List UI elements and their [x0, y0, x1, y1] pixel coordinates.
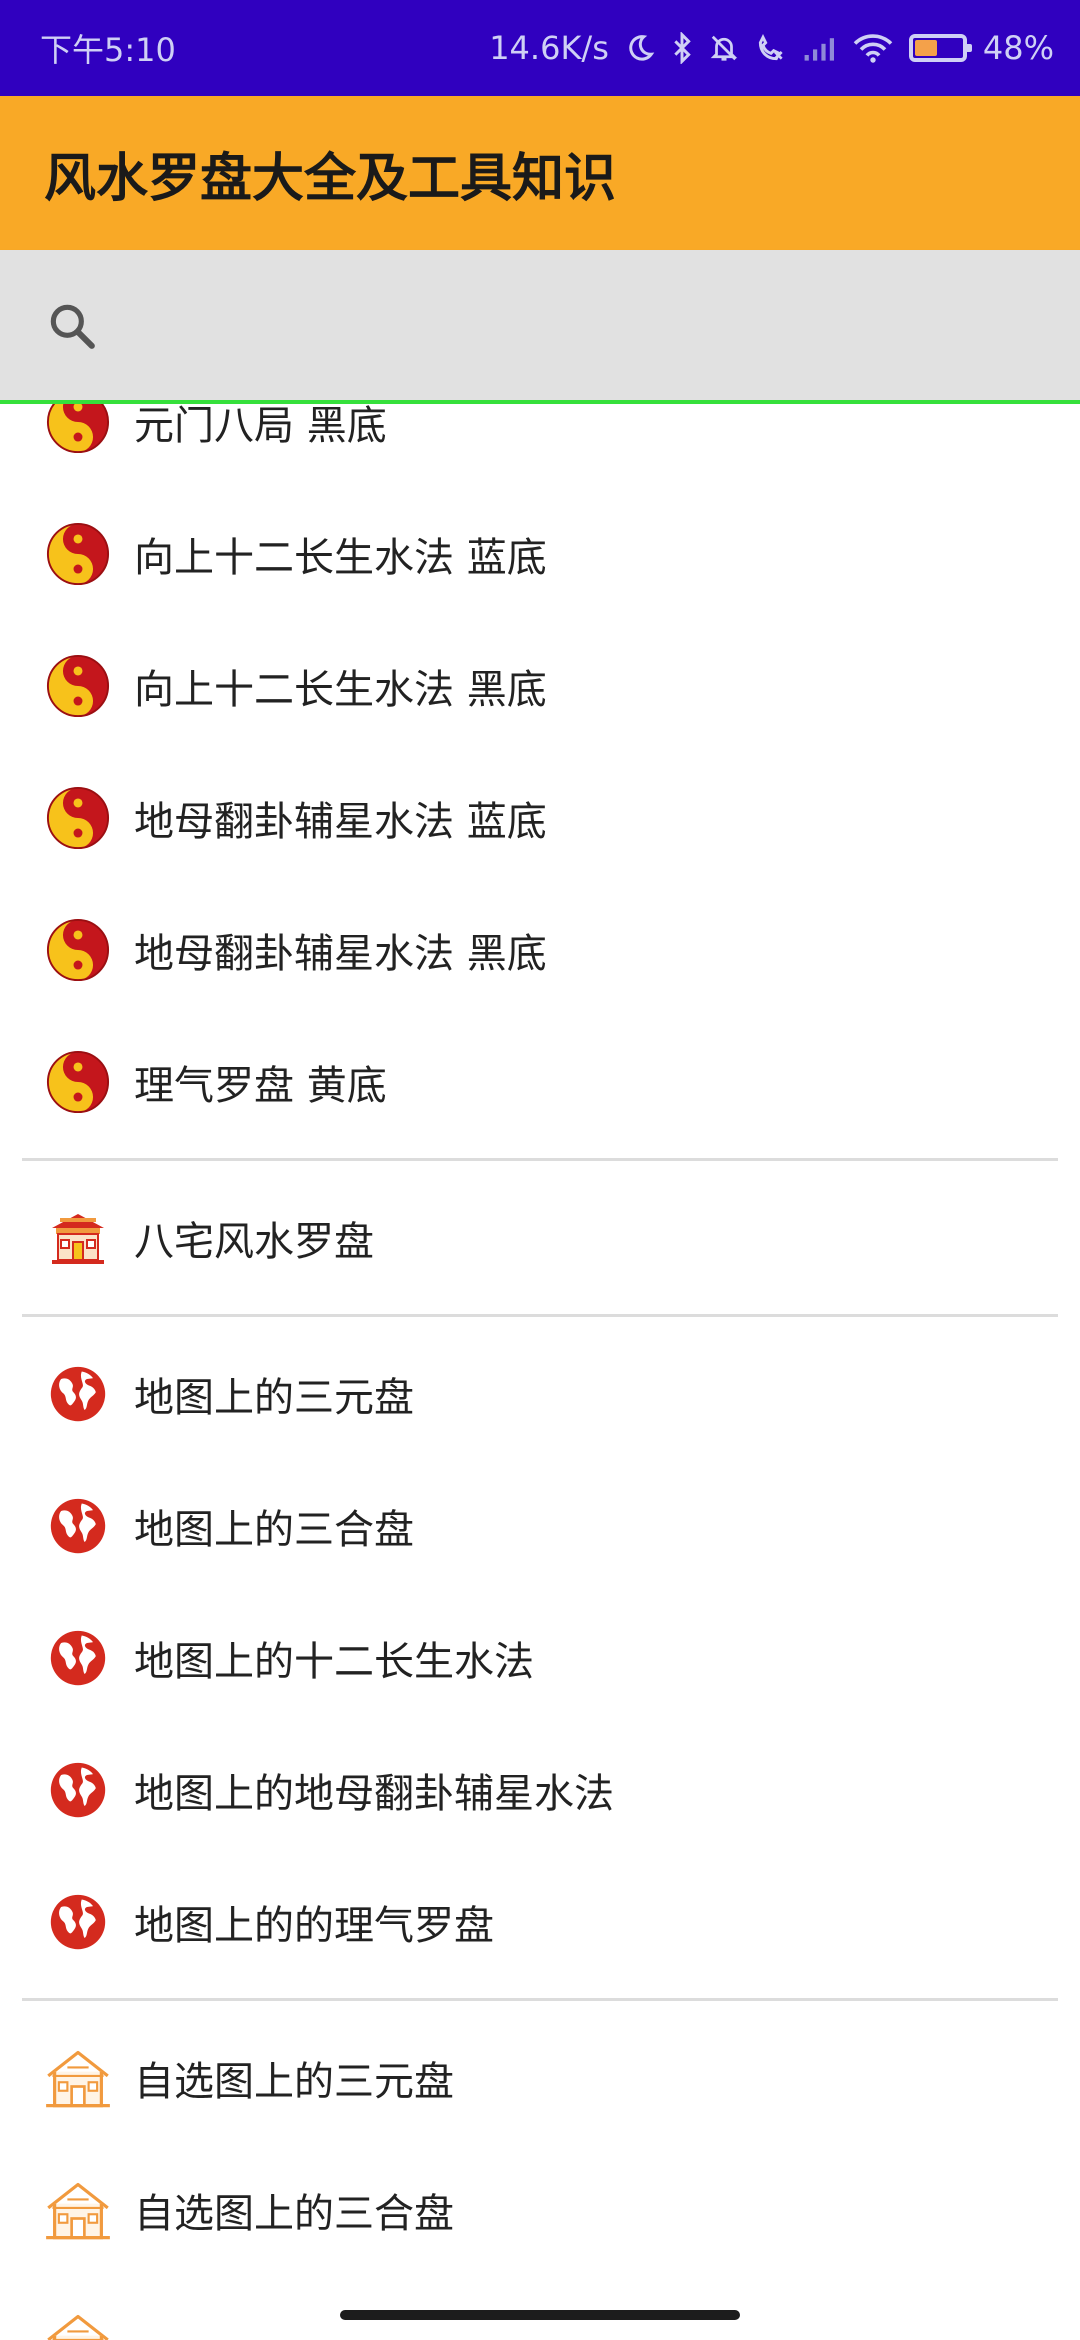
list-item[interactable]: 八宅风水罗盘 — [0, 1172, 1080, 1304]
globe-icon — [44, 1492, 112, 1560]
list-item-label: 地图上的三元盘 — [134, 1375, 414, 1421]
call-icon — [755, 32, 787, 64]
list-item-label: 地母翻卦辅星水法 黑底 — [134, 931, 547, 977]
house-icon — [44, 2176, 112, 2244]
list-item-label: 地图上的地母翻卦辅星水法 — [134, 1771, 614, 1817]
divider — [0, 1988, 1080, 2012]
search-icon[interactable] — [44, 298, 100, 354]
status-bar: 下午5:10 14.6K/s 48% — [0, 0, 1080, 96]
menu-list[interactable]: 元门八局 黑底 向上十二长生水法 蓝底 向上十二长生水法 黑底 地母翻卦辅星水法… — [0, 404, 1080, 2340]
moon-icon — [625, 33, 655, 63]
globe-icon — [44, 1888, 112, 1956]
list-item[interactable]: 自选图上的三合盘 — [0, 2144, 1080, 2276]
yin-yang-icon — [44, 916, 112, 984]
list-item[interactable]: 地图上的三合盘 — [0, 1460, 1080, 1592]
search-input[interactable] — [130, 280, 1034, 372]
app-bar: 风水罗盘大全及工具知识 — [0, 96, 1080, 250]
list-item-partial[interactable] — [0, 2276, 1080, 2340]
house-icon — [44, 2044, 112, 2112]
battery-icon — [908, 34, 972, 62]
status-icons: 14.6K/s 48% — [489, 29, 1054, 67]
list-item-label: 理气罗盘 黄底 — [134, 1063, 387, 1109]
page-title: 风水罗盘大全及工具知识 — [44, 148, 617, 209]
list-item-label: 向上十二长生水法 黑底 — [134, 667, 547, 713]
list-item-label: 地图上的十二长生水法 — [134, 1639, 534, 1685]
list-item-label: 地母翻卦辅星水法 蓝底 — [134, 799, 547, 845]
temple-icon — [44, 1204, 112, 1272]
mute-bell-icon — [709, 32, 739, 64]
battery-percent: 48% — [982, 29, 1054, 67]
list-item-label: 向上十二长生水法 蓝底 — [134, 535, 547, 581]
list-item[interactable]: 自选图上的三元盘 — [0, 2012, 1080, 2144]
yin-yang-icon — [44, 520, 112, 588]
home-indicator[interactable] — [340, 2310, 740, 2320]
status-time: 下午5:10 — [40, 31, 176, 69]
list-item[interactable]: 地图上的三元盘 — [0, 1328, 1080, 1460]
yin-yang-icon — [44, 652, 112, 720]
search-bar — [0, 250, 1080, 400]
search-focus-underline — [0, 400, 1080, 404]
wifi-icon — [853, 33, 893, 63]
list-item[interactable]: 元门八局 黑底 — [0, 404, 1080, 488]
list-item-label: 自选图上的三合盘 — [134, 2191, 454, 2237]
bluetooth-icon — [671, 32, 693, 64]
divider — [0, 1304, 1080, 1328]
list-item[interactable]: 向上十二长生水法 蓝底 — [0, 488, 1080, 620]
list-item[interactable]: 向上十二长生水法 黑底 — [0, 620, 1080, 752]
house-icon — [44, 2308, 112, 2340]
list-item-label: 自选图上的三元盘 — [134, 2059, 454, 2105]
list-item[interactable]: 地母翻卦辅星水法 黑底 — [0, 884, 1080, 1016]
divider — [0, 1148, 1080, 1172]
yin-yang-icon — [44, 404, 112, 456]
list-item[interactable]: 地图上的的理气罗盘 — [0, 1856, 1080, 1988]
signal-icon — [803, 34, 837, 62]
globe-icon — [44, 1360, 112, 1428]
yin-yang-icon — [44, 1048, 112, 1116]
list-item-label: 元门八局 黑底 — [134, 404, 387, 449]
list-item-label: 地图上的三合盘 — [134, 1507, 414, 1553]
globe-icon — [44, 1624, 112, 1692]
list-item[interactable]: 地图上的十二长生水法 — [0, 1592, 1080, 1724]
yin-yang-icon — [44, 784, 112, 852]
list-item-label: 地图上的的理气罗盘 — [134, 1903, 494, 1949]
network-speed: 14.6K/s — [489, 29, 609, 67]
list-item[interactable]: 地图上的地母翻卦辅星水法 — [0, 1724, 1080, 1856]
globe-icon — [44, 1756, 112, 1824]
list-item-label: 八宅风水罗盘 — [134, 1219, 374, 1265]
list-item[interactable]: 理气罗盘 黄底 — [0, 1016, 1080, 1148]
list-item[interactable]: 地母翻卦辅星水法 蓝底 — [0, 752, 1080, 884]
